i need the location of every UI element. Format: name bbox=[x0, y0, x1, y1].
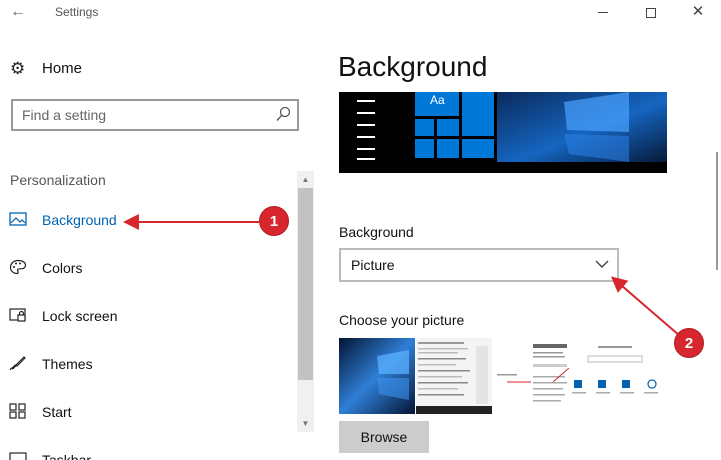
chevron-down-icon bbox=[595, 260, 609, 268]
search-field[interactable] bbox=[11, 99, 299, 131]
maximize-button[interactable] bbox=[628, 0, 674, 26]
sidebar-item-themes[interactable]: Themes bbox=[0, 345, 295, 385]
brush-icon bbox=[9, 356, 26, 371]
desktop-preview-image bbox=[339, 92, 667, 173]
document-screenshot bbox=[416, 338, 492, 414]
window-title: Settings bbox=[55, 5, 99, 19]
dropdown-value: Picture bbox=[351, 257, 395, 273]
sidebar-item-label: Start bbox=[42, 404, 72, 420]
sidebar-item-label: Colors bbox=[42, 260, 83, 276]
background-type-dropdown[interactable]: Picture bbox=[339, 248, 619, 282]
start-grid-icon bbox=[9, 403, 26, 419]
scroll-down-arrow-icon[interactable]: ▼ bbox=[297, 415, 314, 432]
taskbar-icon bbox=[9, 452, 27, 460]
page-title: Background bbox=[338, 51, 488, 82]
picture-thumbnail-4[interactable] bbox=[570, 338, 660, 414]
back-arrow-icon[interactable]: ← bbox=[0, 0, 36, 26]
minimize-icon bbox=[598, 12, 608, 14]
picture-thumbnail-3[interactable] bbox=[493, 338, 569, 414]
main-scrollbar[interactable] bbox=[716, 152, 718, 270]
sidebar-item-home[interactable]: ⚙ Home bbox=[0, 56, 313, 82]
annotation-badge-1: 1 bbox=[259, 206, 289, 236]
close-button[interactable]: ✕ bbox=[675, 0, 721, 26]
annotation-badge-2: 2 bbox=[674, 328, 704, 358]
sidebar-item-label: Lock screen bbox=[42, 308, 118, 324]
tile-text: Aa bbox=[430, 93, 445, 107]
choose-picture-label: Choose your picture bbox=[339, 312, 465, 328]
sidebar-item-label: Background bbox=[42, 212, 117, 228]
windows-hero-wallpaper bbox=[339, 338, 415, 414]
sidebar-item-label: Taskbar bbox=[42, 452, 92, 460]
picture-icon bbox=[9, 212, 27, 226]
sidebar-item-lock-screen[interactable]: Lock screen bbox=[0, 297, 295, 337]
browse-button[interactable]: Browse bbox=[339, 421, 429, 453]
picture-thumbnail-2[interactable] bbox=[416, 338, 492, 414]
sidebar-item-start[interactable]: Start bbox=[0, 393, 295, 433]
lock-screen-icon bbox=[9, 308, 26, 322]
sidebar-item-colors[interactable]: Colors bbox=[0, 249, 295, 289]
background-preview: Aa bbox=[339, 92, 667, 173]
windows-defender-screenshot bbox=[493, 338, 569, 414]
minimize-button[interactable] bbox=[580, 0, 626, 26]
sidebar-scrollbar-thumb[interactable] bbox=[298, 188, 313, 380]
annotation-arrow-2 bbox=[610, 276, 681, 337]
section-label-personalization: Personalization bbox=[10, 172, 106, 188]
sidebar-item-background[interactable]: Background bbox=[0, 201, 295, 241]
sidebar-item-taskbar[interactable]: Taskbar bbox=[0, 441, 295, 460]
sidebar-item-label: Themes bbox=[42, 356, 93, 372]
gear-icon: ⚙ bbox=[10, 59, 26, 78]
search-icon[interactable] bbox=[275, 106, 291, 124]
picture-thumbnail-1[interactable] bbox=[339, 338, 415, 414]
home-label: Home bbox=[42, 60, 83, 77]
maximize-icon bbox=[646, 7, 656, 18]
scroll-up-arrow-icon[interactable]: ▲ bbox=[297, 171, 314, 188]
palette-icon bbox=[9, 259, 27, 275]
search-input[interactable] bbox=[22, 106, 262, 124]
background-type-label: Background bbox=[339, 224, 414, 240]
title-bar: ← Settings ✕ bbox=[0, 0, 721, 28]
windows-settings-screenshot bbox=[570, 338, 660, 414]
